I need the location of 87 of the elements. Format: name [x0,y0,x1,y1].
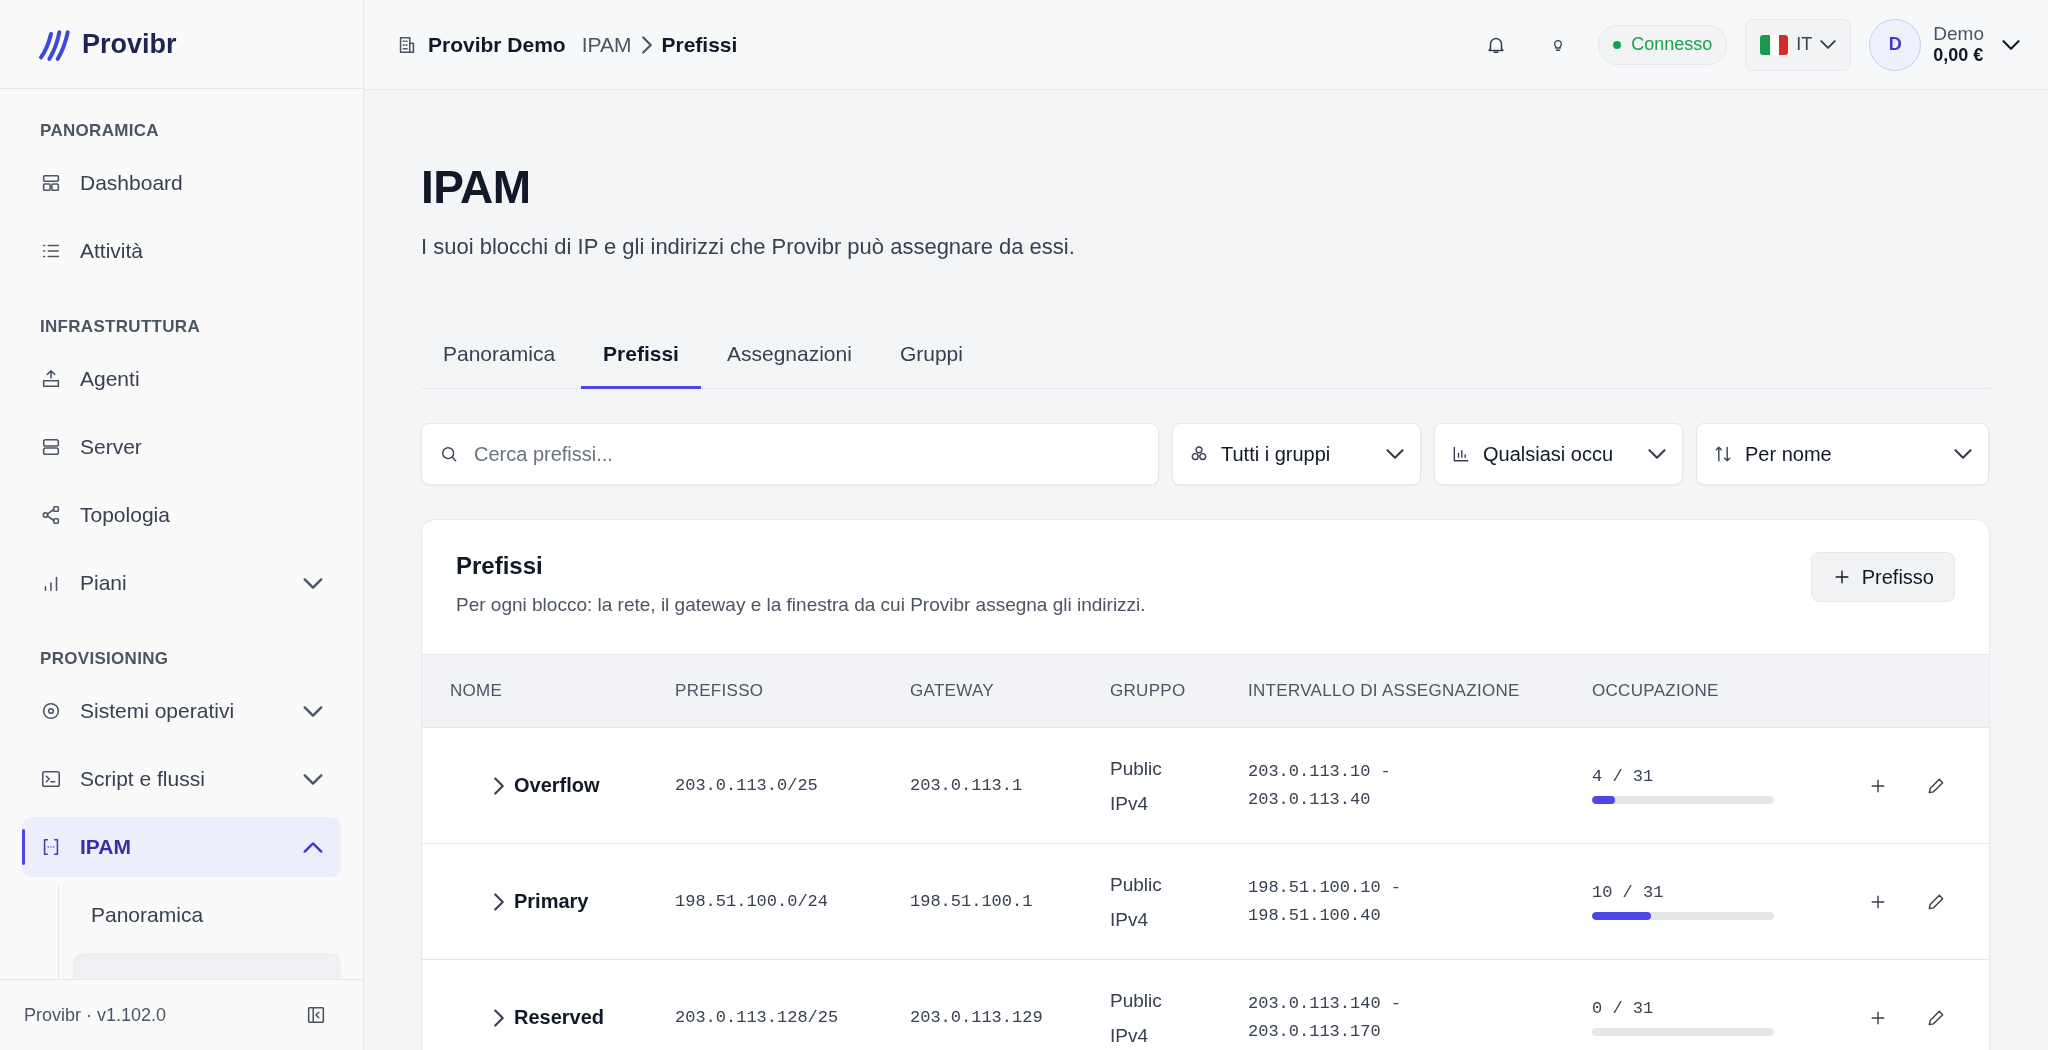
sidebar-subitem[interactable]: Panoramica [73,885,341,945]
table-cell-text: 198.51.100.10 - 198.51.100.40 [1248,876,1403,927]
column-header: GRUPPO [1110,681,1187,701]
chevron-down-icon [303,577,323,589]
card-description: Per ogni blocco: la rete, il gateway e la finestra da cui Provibr assegna gli indirizzi. [456,594,1146,616]
expand-row-button[interactable] [494,776,504,795]
prefix-name: Primary [514,890,589,913]
page-title: IPAM [421,160,532,214]
filter-dropdown[interactable]: Tutti i gruppi [1172,423,1421,485]
column-header: OCCUPAZIONE [1592,681,1720,701]
breadcrumb-item[interactable]: IPAM [581,32,632,57]
sidebar-item[interactable]: Agenti [22,349,341,409]
table-cell-text: 203.0.113.0/25 [675,776,819,795]
sidebar-item[interactable]: Dashboard [22,153,341,213]
section-heading: INFRASTRUTTURA [39,316,201,338]
chevron-down-icon [1954,449,1972,459]
sidebar-item[interactable]: IPAM [22,817,341,877]
section-heading: PROVISIONING [39,648,170,670]
bar-chart-icon [1451,444,1471,464]
column-header: PREFISSO [675,681,765,701]
occupancy-count: 0 / 31 [1592,999,1655,1018]
version-label: Provibr · v1.102.0 [24,1004,167,1026]
column-header: GATEWAY [910,681,995,701]
disc-icon [40,700,62,722]
chevron-down-icon [303,773,323,785]
table-cell-text: 198.51.100.0/24 [675,892,830,911]
filter-dropdown[interactable]: Per nome [1696,423,1989,485]
table-cell-text: 203.0.113.140 - 203.0.113.170 [1248,992,1403,1043]
chevron-down-icon [1386,449,1404,459]
card-title: Prefissi [456,552,544,580]
table-cell-text: 198.51.100.1 [910,892,1034,911]
sort-icon [1713,444,1733,464]
filter-dropdown[interactable]: Qualsiasi occu [1434,423,1683,485]
language-selector[interactable]: IT [1745,18,1852,71]
sidebar-item[interactable]: Sistemi operativi [22,681,341,741]
chevron-right-icon [494,1008,504,1027]
connection-status: Connesso [1598,24,1728,65]
table-cell-text: Public IPv4 [1110,988,1163,1048]
tab[interactable]: Panoramica [421,342,578,389]
chevron-down-icon [2002,39,2020,50]
chevron-down-icon [1820,40,1837,49]
tab[interactable]: Prefissi [581,342,701,389]
flag-icon [1760,34,1789,55]
terminal-icon [40,768,62,790]
avatar: D [1869,18,1922,71]
table-cell-text: 203.0.113.10 - 203.0.113.40 [1248,760,1392,811]
sidebar-item[interactable]: Script e flussi [22,749,341,809]
chevron-down-icon [303,705,323,717]
sidebar-item[interactable]: Attività [22,221,341,281]
occupancy-count: 10 / 31 [1592,883,1665,902]
breadcrumb-item: Prefissi [661,32,738,57]
collapse-sidebar-icon [305,1004,327,1026]
user-menu[interactable]: D Demo 0,00 € [1869,18,2020,71]
tab[interactable]: Gruppi [877,342,985,389]
chevron-right-icon [641,35,652,54]
server-icon [40,436,62,458]
expand-row-button[interactable] [494,892,504,911]
chevron-right-icon [494,776,504,795]
table-cell-text: 203.0.113.129 [910,1008,1044,1027]
chevron-right-icon [494,892,504,911]
page-subtitle: I suoi blocchi di IP e gli indirizzi che Provibr può assegnare da essi. [421,234,1076,260]
chevron-up-icon [303,841,323,853]
workspace-name[interactable]: Provibr Demo [428,32,566,57]
add-prefix-button[interactable]: Prefisso [1810,552,1955,602]
table-cell-text: Public IPv4 [1110,872,1163,932]
table-cell-text: 203.0.113.128/25 [675,1008,840,1027]
sidebar-item[interactable]: Server [22,417,341,477]
layout-icon [40,172,62,194]
table-cell-text: Public IPv4 [1110,756,1163,816]
expand-row-button[interactable] [494,1008,504,1027]
section-heading: PANORAMICA [39,120,160,142]
prefix-name: Reserved [514,1006,605,1029]
tab[interactable]: Assegnazioni [704,342,874,389]
prefix-name: Overflow [514,774,600,797]
occupancy-count: 4 / 31 [1592,767,1655,786]
chevron-down-icon [1648,449,1666,459]
upload-tray-icon [40,368,62,390]
account-balance: 0,00 € [1933,45,1984,66]
sidebar-item[interactable]: Piani [22,553,341,613]
logo-text: Provibr [82,28,177,60]
column-header: INTERVALLO DI ASSEGNAZIONE [1248,681,1521,701]
nodes-icon [40,504,62,526]
table-cell-text: 203.0.113.1 [910,776,1024,795]
sidebar-item[interactable]: Topologia [22,485,341,545]
column-header: NOME [450,681,504,701]
user-name: Demo [1933,23,1984,45]
search-field[interactable]: Cerca prefissi... [421,423,1159,485]
